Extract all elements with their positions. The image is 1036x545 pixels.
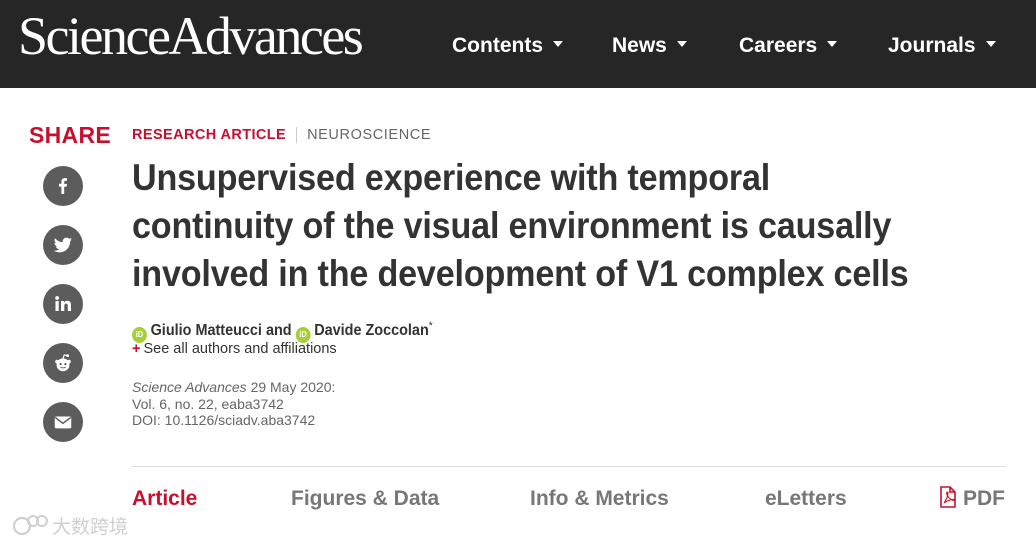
share-twitter-button[interactable]	[43, 225, 83, 265]
reddit-icon	[55, 354, 71, 372]
tab-info-metrics[interactable]: Info & Metrics	[530, 486, 669, 512]
share-reddit-button[interactable]	[43, 343, 83, 383]
nav-journals-label: Journals	[888, 34, 976, 57]
share-linkedin-button[interactable]	[43, 284, 83, 324]
article-subject[interactable]: NEUROSCIENCE	[307, 127, 431, 143]
see-all-authors-label: See all authors and affiliations	[143, 341, 337, 357]
tab-article[interactable]: Article	[132, 486, 197, 512]
publication-date: 29 May 2020:	[250, 379, 336, 395]
site-logo[interactable]: ScienceAdvances	[18, 6, 364, 66]
chevron-down-icon	[827, 41, 838, 48]
article-type[interactable]: RESEARCH ARTICLE	[132, 127, 286, 143]
twitter-icon	[53, 237, 73, 253]
nav-news[interactable]: News	[612, 33, 687, 59]
doi[interactable]: DOI: 10.1126/sciadv.aba3742	[132, 412, 335, 429]
share-facebook-button[interactable]	[43, 166, 83, 206]
pdf-file-icon	[940, 486, 956, 508]
citation-meta: Science Advances 29 May 2020: Vol. 6, no…	[132, 379, 335, 429]
kicker-divider	[296, 127, 298, 143]
volume-info: Vol. 6, no. 22, eaba3742	[132, 395, 284, 412]
corresponding-author-mark: *	[428, 320, 433, 332]
tab-eletters[interactable]: eLetters	[765, 486, 847, 512]
journal-name: Science Advances	[132, 379, 247, 395]
share-email-button[interactable]	[43, 402, 83, 442]
nav-news-label: News	[612, 34, 667, 57]
watermark-logo: 大数跨境	[12, 515, 128, 538]
site-header: ScienceAdvances Contents News Careers Jo…	[0, 0, 1036, 88]
share-label: SHARE	[29, 122, 112, 148]
see-all-authors-link[interactable]: + See all authors and affiliations	[132, 341, 337, 357]
chevron-down-icon	[985, 41, 996, 48]
tab-pdf-label: PDF	[963, 487, 1005, 510]
nav-contents[interactable]: Contents	[452, 33, 563, 59]
author-list: iD Giulio Matteucci and iD Davide Zoccolan…	[132, 316, 433, 343]
author-name[interactable]: Giulio Matteucci	[151, 322, 262, 339]
authors-join: and	[265, 322, 292, 339]
article-kicker: RESEARCH ARTICLE NEUROSCIENCE	[132, 127, 431, 143]
nav-journals[interactable]: Journals	[888, 33, 996, 59]
facebook-icon	[59, 178, 67, 194]
tabs-divider	[132, 466, 1006, 467]
tab-pdf[interactable]: PDF	[938, 486, 1005, 512]
nav-careers[interactable]: Careers	[739, 33, 838, 59]
author-name[interactable]: Davide Zoccolan	[314, 322, 429, 339]
chevron-down-icon	[676, 41, 687, 48]
nav-contents-label: Contents	[452, 34, 543, 57]
email-icon	[54, 416, 72, 429]
tab-figures-data[interactable]: Figures & Data	[291, 486, 439, 512]
chevron-down-icon	[553, 41, 563, 48]
watermark-text: 大数跨境	[52, 516, 128, 538]
article-title: Unsupervised experience with temporal co…	[132, 156, 909, 294]
plus-icon: +	[132, 341, 141, 357]
linkedin-icon	[55, 296, 71, 311]
nav-careers-label: Careers	[739, 34, 818, 57]
